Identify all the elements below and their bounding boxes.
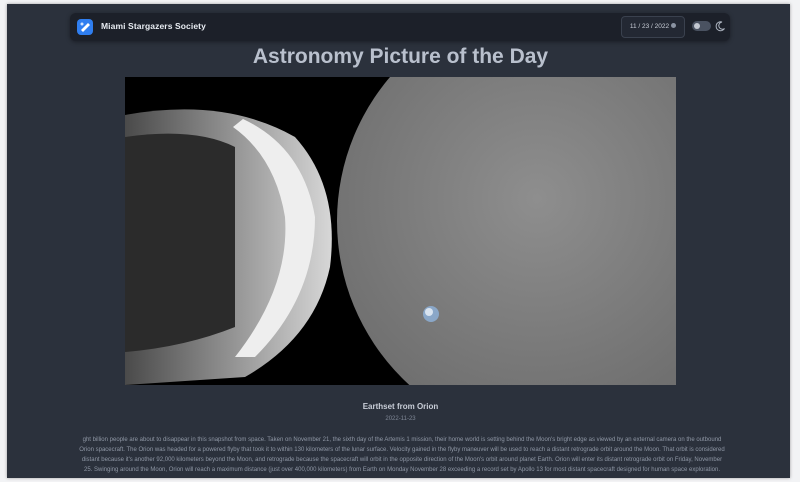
app-window: Miami Stargazers Society 11 / 23 / 2022 … (7, 4, 790, 478)
apod-date: 2022-11-23 (385, 416, 416, 422)
site-name[interactable]: Miami Stargazers Society (101, 21, 206, 31)
moon-icon (715, 21, 725, 32)
apod-explanation: ght billion people are about to disappea… (79, 437, 725, 473)
telescope-logo-icon[interactable] (77, 19, 93, 35)
apod-caption: Earthset from Orion (362, 402, 439, 411)
navbar: Miami Stargazers Society 11 / 23 / 2022 (70, 13, 730, 41)
apod-image (125, 77, 676, 385)
page-title: Astronomy Picture of the Day (252, 45, 549, 68)
toggle-knob (694, 23, 700, 29)
date-picker[interactable]: 11 / 23 / 2022 (621, 16, 685, 38)
calendar-icon[interactable] (671, 22, 677, 28)
date-value: 11 / 23 / 2022 (629, 23, 670, 30)
theme-toggle[interactable] (692, 21, 711, 31)
